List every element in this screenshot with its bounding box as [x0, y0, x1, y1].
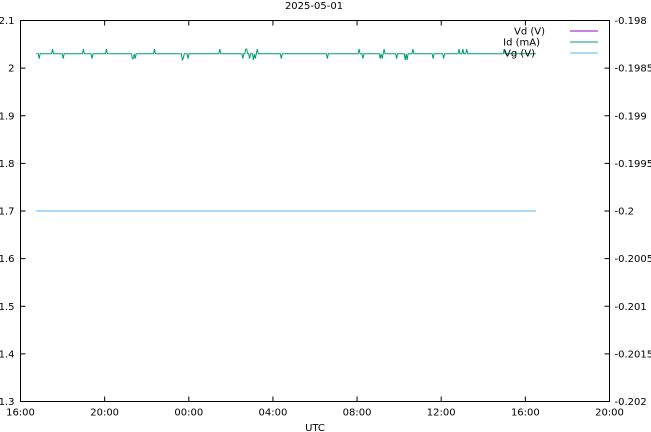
x-axis-ticks: 16:00 20:00 00:00 04:00 08:00 12:00 16:00 20:00: [6, 20, 624, 419]
x-tick-label: 20:00: [90, 408, 119, 419]
y2-tick-label: -0.1985: [615, 64, 651, 75]
y2-tick-label: -0.2015: [615, 349, 651, 360]
y2-tick-label: -0.2: [615, 207, 635, 218]
chart: 2025-05-01 16:00 20:00 00:00 04:00 08:00 12:0…: [0, 1, 651, 432]
x-tick-label: 20:00: [595, 408, 624, 419]
x-tick-label: 04:00: [259, 408, 288, 419]
y-tick-label: 1.9: [0, 111, 15, 122]
y-tick-label: 1.3: [0, 397, 15, 408]
x-tick-label: 08:00: [343, 408, 372, 419]
x-tick-label: 12:00: [427, 408, 456, 419]
series-id-line: [36, 48, 536, 62]
legend-entry-label: Vg (V): [504, 49, 535, 60]
legend-entry-label: Vd (V): [514, 27, 545, 38]
y-tick-label: 1.4: [0, 349, 15, 360]
y2-tick-label: -0.198: [615, 16, 647, 27]
chart-title: 2025-05-01: [285, 1, 343, 12]
plot-series: [36, 48, 536, 212]
legend: Vd (V)Id (mA)Vg (V): [503, 27, 598, 60]
y2-axis-ticks: -0.202 -0.2015 -0.201 -0.2005 -0.2 -0.1995 -0.…: [604, 16, 651, 408]
y-tick-label: 1.7: [0, 207, 15, 218]
y2-tick-label: -0.201: [615, 302, 647, 313]
y2-tick-label: -0.199: [615, 111, 647, 122]
y-axis-ticks: 1.3 1.4 1.5 1.6 1.7 1.8 1.9 2 2.1: [0, 16, 26, 408]
x-tick-label: 16:00: [511, 408, 540, 419]
y-tick-label: 1.5: [0, 302, 15, 313]
x-tick-label: 16:00: [6, 408, 35, 419]
y-tick-label: 1.8: [0, 159, 15, 170]
y-tick-label: 2.1: [0, 16, 15, 27]
x-tick-label: 00:00: [174, 408, 203, 419]
y-tick-label: 2: [8, 64, 14, 75]
y2-tick-label: -0.1995: [615, 159, 651, 170]
y2-tick-label: -0.2005: [615, 254, 651, 265]
x-axis-label: UTC: [305, 423, 325, 432]
y-tick-label: 1.6: [0, 254, 15, 265]
y2-tick-label: -0.202: [615, 397, 647, 408]
legend-entry-label: Id (mA): [503, 38, 540, 49]
